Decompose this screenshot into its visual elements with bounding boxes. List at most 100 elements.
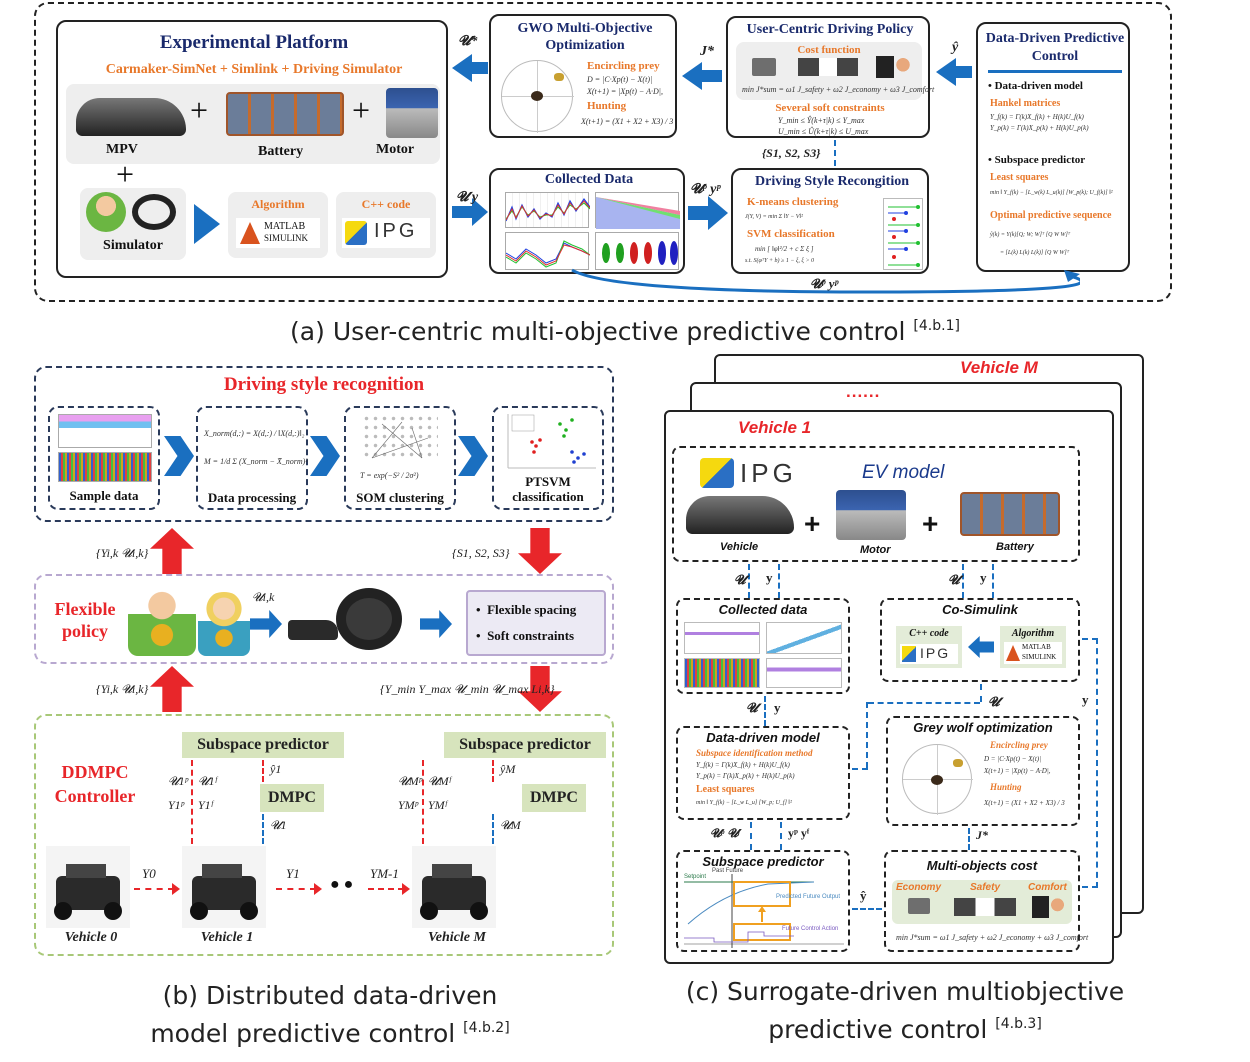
male-driver-icon: [128, 586, 196, 656]
co-simulink-title: Co-Simulink: [942, 602, 1018, 617]
robot-vehicle-m: [412, 846, 496, 928]
u-star-arrow-shaft: [470, 62, 488, 74]
gwo-box: GWO Multi-Objective Optimization Encircl…: [489, 14, 677, 138]
policy-title: User-Centric Driving Policy: [746, 22, 914, 37]
style-category-marks: [888, 205, 920, 267]
option-flexible-spacing-text: Flexible spacing: [487, 602, 577, 617]
hankel-eq1: Y_f(k) = Γ(k)X_f(k) + H(k)U_f(k): [990, 113, 1084, 121]
caption-b-line1: (b) Distributed data-driven: [162, 981, 498, 1010]
plus-sign-c: +: [804, 508, 821, 539]
red-up-arrow-icon: [150, 528, 194, 574]
steering-wheel-icon: [336, 588, 402, 650]
plus-sign: +: [352, 92, 371, 128]
ipg-text-small: IPG: [920, 645, 951, 661]
collected-chart-2: [766, 622, 842, 654]
violin-chart: [595, 232, 679, 270]
sp-setpoint-label: Setpoint: [684, 874, 707, 880]
ddpc-bullet-model: • Data-driven model: [988, 80, 1083, 92]
vm-up-label: 𝓤Mᵖ: [398, 774, 423, 788]
caption-a: (a) User-centric multi-objective predict…: [200, 310, 1050, 348]
caption-c-line2-text: predictive control: [768, 1015, 988, 1044]
sp-past-label: Past Future: [712, 868, 743, 874]
robot-vehicle-0: [46, 846, 130, 928]
red-up-arrow-icon: [150, 666, 194, 712]
pedal-driver-icon: [876, 56, 912, 78]
sig-y-3: y: [774, 700, 781, 715]
ddpc-bullet-model-text: Data-driven model: [994, 80, 1083, 92]
up-yp-arrow-icon: [708, 196, 728, 230]
sig-u-4: 𝓤: [988, 694, 1000, 709]
moc-economy: Economy: [896, 882, 942, 893]
vm-yhat-dashed: [492, 760, 494, 782]
optimal-eq1: ŷ(k) = Y(k)[Q; W; W]ᵀ [Q W W]ᵀ: [990, 232, 1071, 238]
vehicle-1-label: Vehicle 1: [200, 930, 254, 945]
female-driver-icon: [198, 592, 250, 656]
prey-icon: [931, 775, 943, 785]
caption-b-line2: model predictive control [4.b.2]: [100, 1012, 560, 1050]
svm-label: SVM classification: [747, 228, 835, 240]
battery-charge-icon: [752, 58, 776, 76]
y-hat-arrow-shaft: [954, 66, 972, 78]
caption-c-ref: [4.b.3]: [995, 1016, 1042, 1032]
flexible-policy-title: Flexible policy: [54, 599, 116, 641]
speed-chart: [505, 192, 591, 228]
vehicle-m-label-c: Vehicle M: [960, 358, 1038, 377]
cost-function-panel: Cost function min J*sum = ω1 J_safety + …: [736, 42, 934, 100]
kmeans-label: K-means clustering: [747, 196, 839, 208]
ipg-text-c: IPG: [740, 458, 797, 488]
ddm-ls-label: Least squares: [696, 784, 755, 795]
simulink-text-c: SIMULINK: [1022, 653, 1057, 661]
moc-title: Multi-objects cost: [926, 858, 1038, 873]
caption-b-line2-text: model predictive control: [150, 1019, 456, 1048]
subspace-predictor-1: Subspace predictor: [182, 732, 344, 758]
j-star-arrow-icon: [682, 62, 702, 90]
vm-yp-label: YMᵖ: [398, 798, 419, 812]
vm-uf-label: 𝓤Mᶠ: [428, 774, 451, 788]
constraint-2: U_min ≤ Û(k+τ|k) ≤ U_max: [778, 127, 869, 136]
j-star-label: J*: [700, 44, 714, 59]
style-category-chart: [883, 198, 923, 270]
plus-sign-c: +: [922, 508, 939, 539]
caption-b: (b) Distributed data-driven model predic…: [100, 980, 560, 1050]
sig-y-2: y: [980, 570, 987, 585]
wolf-hierarchy-diagram-c: [902, 744, 973, 815]
v1-yhat-label: ŷ1: [270, 762, 282, 776]
ev-battery-image: [960, 492, 1060, 536]
collected-chart-1: [684, 622, 760, 654]
matlab-logo-small-icon: MATLAB SIMULINK: [1004, 642, 1062, 664]
link-arrow-m: [368, 888, 404, 890]
caption-a-text: (a) User-centric multi-objective predict…: [290, 317, 906, 346]
ev-vehicle-label: Vehicle: [720, 541, 759, 553]
dmpc-1: DMPC: [260, 784, 324, 812]
up-yp-label: 𝓤ᵖ yᵖ: [690, 182, 721, 197]
yu-up-label-2: {Yi,k 𝓤i,k}: [96, 682, 149, 696]
sp-frame: Subspace predictor Past Future Setpoint …: [676, 850, 850, 952]
link-arrow-1-head: [314, 883, 322, 895]
y-hat-arrow-icon: [936, 58, 956, 86]
policy-cost-eq: min J*sum = ω1 J_safety + ω2 J_economy +…: [742, 85, 935, 94]
ev-u-in-dashed: [962, 564, 964, 598]
dp-eq2: M = 1/d Σ (X_norm − X̄_norm)²: [204, 457, 308, 466]
matlab-logo-icon: MATLAB SIMULINK: [236, 218, 320, 248]
gwo-eq1: D = |C·Xp(t) − X(t)|: [587, 75, 653, 84]
steering-wheel-icon: [132, 194, 176, 230]
up-yp-arrow-shaft: [688, 206, 710, 220]
pedal-driver-icon: [1032, 896, 1066, 918]
ev-motor-label: Motor: [860, 544, 891, 556]
data-processing-label: Data processing: [207, 490, 297, 505]
vm-yhat-label: ŷM: [500, 762, 516, 776]
y-hat-label: ŷ: [952, 40, 959, 55]
ddm-to-sp-dashed-u: [750, 822, 752, 850]
ddm-to-sp-dashed-y: [780, 822, 782, 850]
cosim-y-vertical-dashed: [1096, 638, 1098, 888]
ddm-frame: Data-driven model Subspace identificatio…: [676, 726, 850, 820]
ddpc-divider: [988, 70, 1122, 73]
som-eq: T = exp(−S² / 2σ²): [360, 471, 419, 480]
collected-chart-3: [684, 658, 760, 688]
caption-c-line1: (c) Surrogate-driven multiobjective: [685, 977, 1125, 1006]
vehicle-m-label: Vehicle M: [428, 930, 486, 945]
ipg-logo-icon: IPG: [700, 458, 810, 488]
sample-data-chart-top: [58, 414, 152, 448]
link-arrow-0-head: [172, 883, 180, 895]
ddpc-bullet-predictor: • Subspace predictor: [988, 154, 1086, 166]
